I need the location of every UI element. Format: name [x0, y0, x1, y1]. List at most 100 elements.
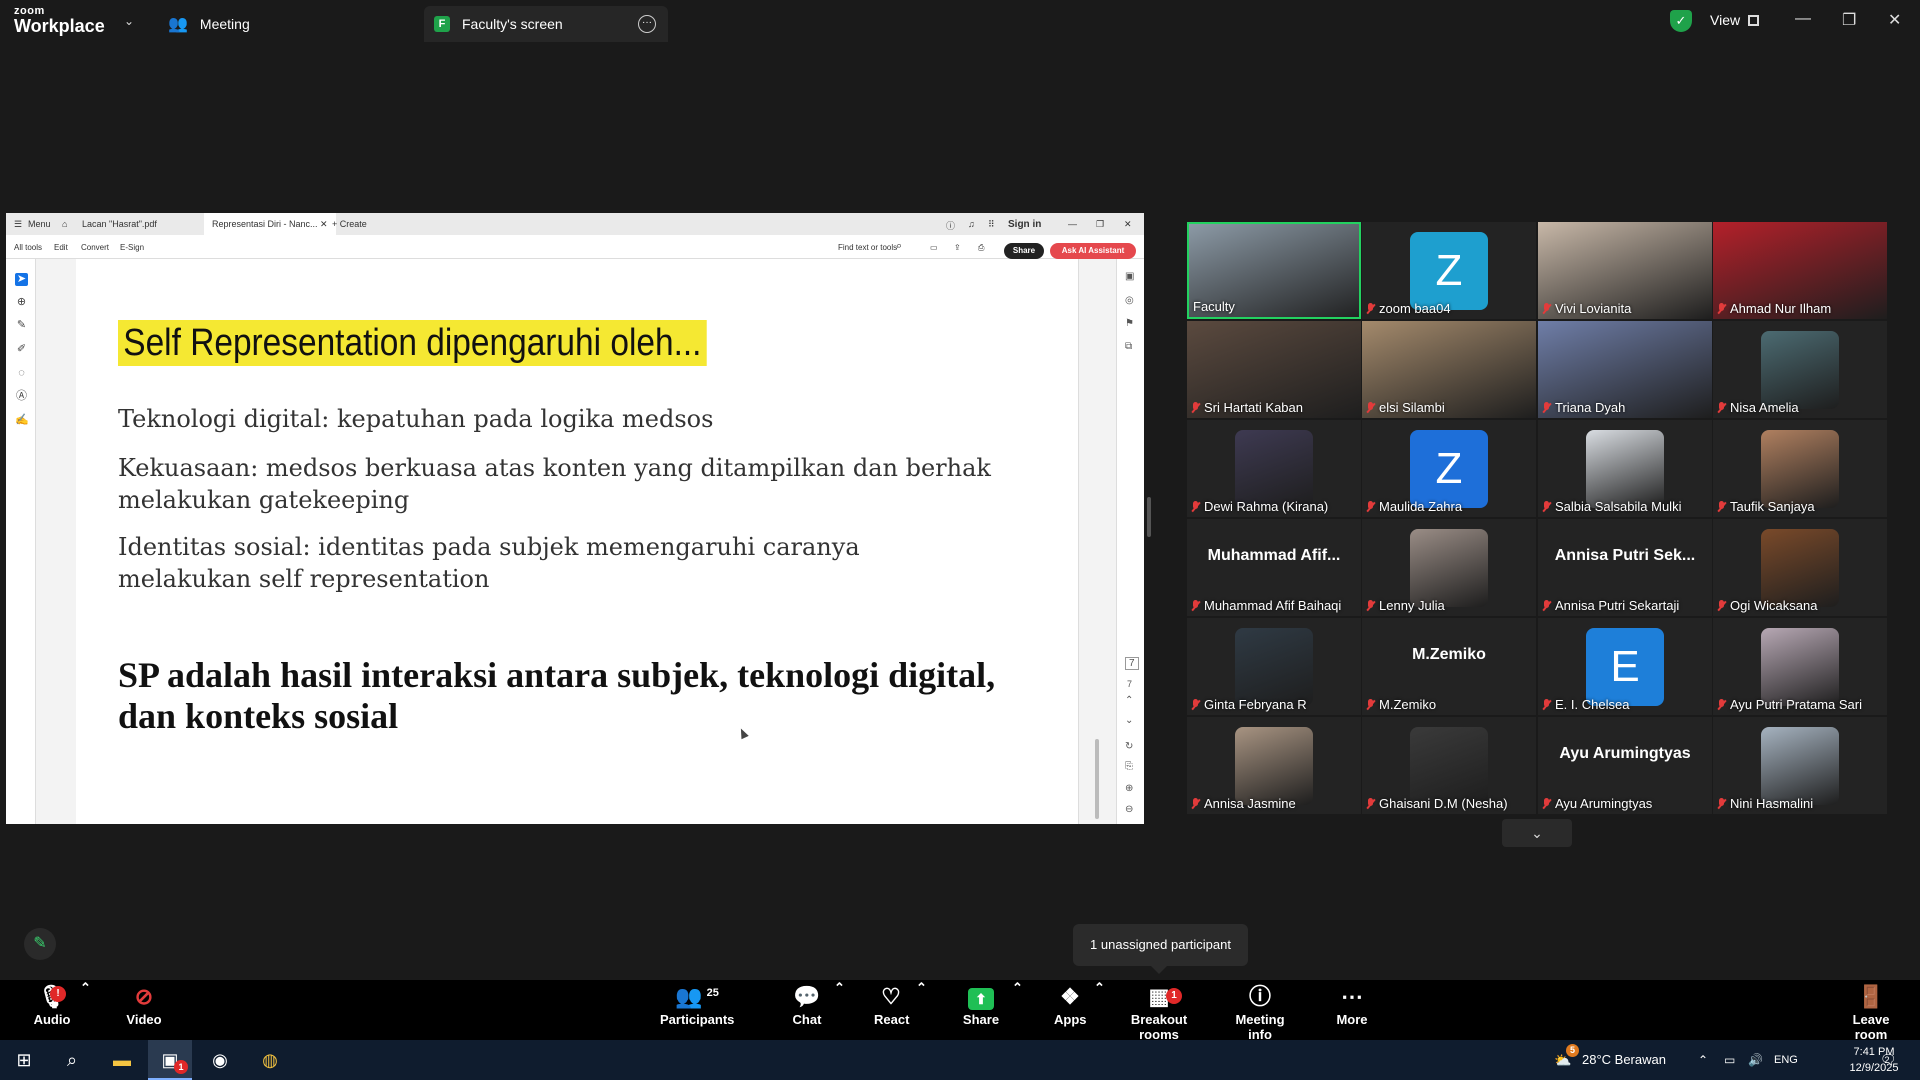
apps-options-caret-icon[interactable]: ⌃ — [1094, 980, 1105, 1040]
notification-icon[interactable]: 🗨2 — [1880, 1040, 1902, 1080]
participant-tile[interactable]: Ogi Wicaksana — [1713, 519, 1887, 616]
page-down-icon[interactable]: ⌄ — [1125, 715, 1133, 726]
windows-start-icon[interactable]: ⊞ — [2, 1040, 46, 1080]
pdf-maximize-icon[interactable]: ❐ — [1096, 219, 1104, 230]
participant-tile[interactable]: elsi Silambi — [1362, 321, 1536, 418]
chat-options-caret-icon[interactable]: ⌃ — [834, 980, 845, 1040]
pdf-close-icon[interactable]: ✕ — [1124, 219, 1132, 230]
participant-tile[interactable]: Salbia Salsabila Mulki — [1538, 420, 1712, 517]
layers-icon[interactable]: ◎ — [1125, 295, 1134, 306]
audio-options-caret-icon[interactable]: ⌃ — [80, 980, 91, 1040]
zoom-tool-icon[interactable]: ⊕ — [15, 296, 28, 309]
pdf-menu[interactable]: Menu — [28, 219, 51, 229]
print-icon[interactable]: ⎙ — [978, 243, 984, 253]
camera-app-icon[interactable]: ◉ — [198, 1040, 242, 1080]
more-button[interactable]: ⋯ More — [1334, 980, 1370, 1040]
view-button[interactable]: View — [1710, 12, 1760, 28]
comment-icon[interactable]: ▣ — [1125, 271, 1134, 282]
participant-tile[interactable]: Nini Hasmalini — [1713, 717, 1887, 814]
rotate-icon[interactable]: ↻ — [1125, 741, 1133, 752]
pages-icon[interactable]: ⧉ — [1125, 341, 1132, 352]
breakout-rooms-button[interactable]: ▦ Breakout rooms 1 — [1116, 980, 1202, 1042]
help-icon[interactable]: ⓘ — [946, 219, 955, 232]
participant-tile[interactable]: Sri Hartati Kaban — [1187, 321, 1361, 418]
save-icon[interactable]: ▭ — [930, 243, 938, 252]
tab-faculty-screen[interactable]: F Faculty's screen ··· — [424, 6, 668, 42]
zoom-in-icon[interactable]: ⊕ — [1125, 783, 1133, 794]
home-icon[interactable]: ⌂ — [62, 219, 67, 229]
lasso-icon[interactable]: ◌ — [15, 367, 28, 380]
participant-tile[interactable]: Triana Dyah — [1538, 321, 1712, 418]
participant-tile[interactable]: Faculty — [1187, 222, 1361, 319]
gallery-next-page-icon[interactable]: ⌄ — [1502, 819, 1572, 847]
pdf-sign-in[interactable]: Sign in — [1008, 219, 1041, 230]
participant-tile[interactable]: Annisa Jasmine — [1187, 717, 1361, 814]
bookmark-icon[interactable]: ⚑ — [1125, 318, 1134, 329]
apps-grid-icon[interactable]: ⠿ — [988, 219, 995, 230]
encryption-shield-icon[interactable]: ✓ — [1670, 10, 1692, 32]
scrollbar-thumb[interactable] — [1095, 739, 1099, 819]
export-icon[interactable]: ⎘ — [1125, 761, 1133, 772]
close-icon[interactable]: ✕ — [1888, 10, 1901, 30]
pdf-minimize-icon[interactable]: — — [1068, 219, 1077, 229]
upload-icon[interactable]: ⇪ — [954, 243, 961, 252]
draw-icon[interactable]: ✐ — [15, 343, 28, 356]
participant-tile[interactable]: Muhammad Afif... Muhammad Afif Baihaqi — [1187, 519, 1361, 616]
participant-tile[interactable]: M.Zemiko M.Zemiko — [1362, 618, 1536, 715]
pdf-convert[interactable]: Convert — [81, 243, 109, 252]
maximize-icon[interactable]: ❐ — [1842, 10, 1856, 30]
unassigned-tooltip[interactable]: 1 unassigned participant — [1073, 924, 1248, 974]
pdf-tab-file1[interactable]: Lacan "Hasrat".pdf — [82, 219, 157, 229]
participant-tile[interactable]: Nisa Amelia — [1713, 321, 1887, 418]
search-icon[interactable]: ⌕ — [50, 1040, 94, 1080]
pdf-all-tools[interactable]: All tools — [14, 243, 42, 252]
tab-meeting[interactable]: 👥 Meeting — [168, 6, 250, 42]
pdf-ai-assistant-button[interactable]: Ask AI Assistant — [1050, 243, 1136, 259]
zoom-logo[interactable]: zoom Workplace — [14, 6, 105, 36]
participant-tile[interactable]: Taufik Sanjaya — [1713, 420, 1887, 517]
video-button[interactable]: ⊘ Video — [120, 980, 168, 1040]
pdf-esign[interactable]: E-Sign — [120, 243, 144, 252]
stamp-icon[interactable]: ✍ — [15, 414, 29, 427]
participant-tile[interactable]: Lenny Julia — [1362, 519, 1536, 616]
zoom-out-icon[interactable]: ⊖ — [1125, 804, 1133, 815]
participant-tile[interactable]: Ghaisani D.M (Nesha) — [1362, 717, 1536, 814]
bell-icon[interactable]: ♫ — [968, 219, 975, 229]
volume-icon[interactable]: 🔊 — [1748, 1040, 1763, 1080]
shared-screen[interactable]: ☰ Menu ⌂ Lacan "Hasrat".pdf Representasi… — [6, 213, 1144, 824]
search-icon[interactable]: ⌕ — [896, 240, 902, 253]
participant-tile[interactable]: Ayu Arumingtyas Ayu Arumingtyas — [1538, 717, 1712, 814]
participant-tile[interactable]: Ginta Febryana R — [1187, 618, 1361, 715]
participant-tile[interactable]: Annisa Putri Sek... Annisa Putri Sekartaj… — [1538, 519, 1712, 616]
pdf-edit[interactable]: Edit — [54, 243, 68, 252]
participant-tile[interactable]: Z Maulida Zahra — [1362, 420, 1536, 517]
share-button[interactable]: ⬆ Share — [962, 980, 1000, 1040]
annotate-pen-icon[interactable]: ✎ — [24, 928, 56, 960]
leave-room-button[interactable]: 🚪 Leave room — [1838, 980, 1904, 1042]
pdf-share-button[interactable]: Share — [1004, 243, 1044, 259]
file-explorer-icon[interactable]: ▬ — [100, 1040, 144, 1080]
chat-button[interactable]: 💬 Chat — [790, 980, 824, 1040]
network-icon[interactable]: ▭ — [1724, 1040, 1735, 1080]
select-cursor-icon[interactable]: ➤ — [15, 273, 28, 286]
participant-tile[interactable]: Ahmad Nur Ilham — [1713, 222, 1887, 319]
meeting-info-button[interactable]: ⓘ Meeting info — [1224, 980, 1296, 1042]
apps-button[interactable]: ❖ Apps — [1054, 980, 1087, 1040]
share-options-caret-icon[interactable]: ⌃ — [1012, 980, 1023, 1040]
pdf-find[interactable]: Find text or tools — [838, 243, 897, 252]
react-button[interactable]: ♡ React — [874, 980, 909, 1040]
weather-text[interactable]: 28°C Berawan — [1582, 1040, 1666, 1080]
audio-button[interactable]: 🎙 Audio ! — [28, 980, 76, 1040]
zoom-app-icon[interactable]: ▣ 1 — [148, 1040, 192, 1080]
language-indicator[interactable]: ENG — [1774, 1040, 1798, 1080]
participant-tile[interactable]: Dewi Rahma (Kirana) — [1187, 420, 1361, 517]
participant-tile[interactable]: Zzoom baa04 — [1362, 222, 1536, 319]
participants-button[interactable]: 👥 25 Participants — [660, 980, 734, 1040]
react-options-caret-icon[interactable]: ⌃ — [916, 980, 927, 1040]
page-up-icon[interactable]: ⌃ — [1125, 695, 1133, 706]
page-number-box[interactable]: 7 — [1125, 657, 1139, 670]
participant-tile[interactable]: E E. I. Chelsea — [1538, 618, 1712, 715]
participant-tile[interactable]: Vivi Lovianita — [1538, 222, 1712, 319]
chrome-icon[interactable]: ◍ — [248, 1040, 292, 1080]
minimize-icon[interactable]: — — [1795, 10, 1811, 28]
